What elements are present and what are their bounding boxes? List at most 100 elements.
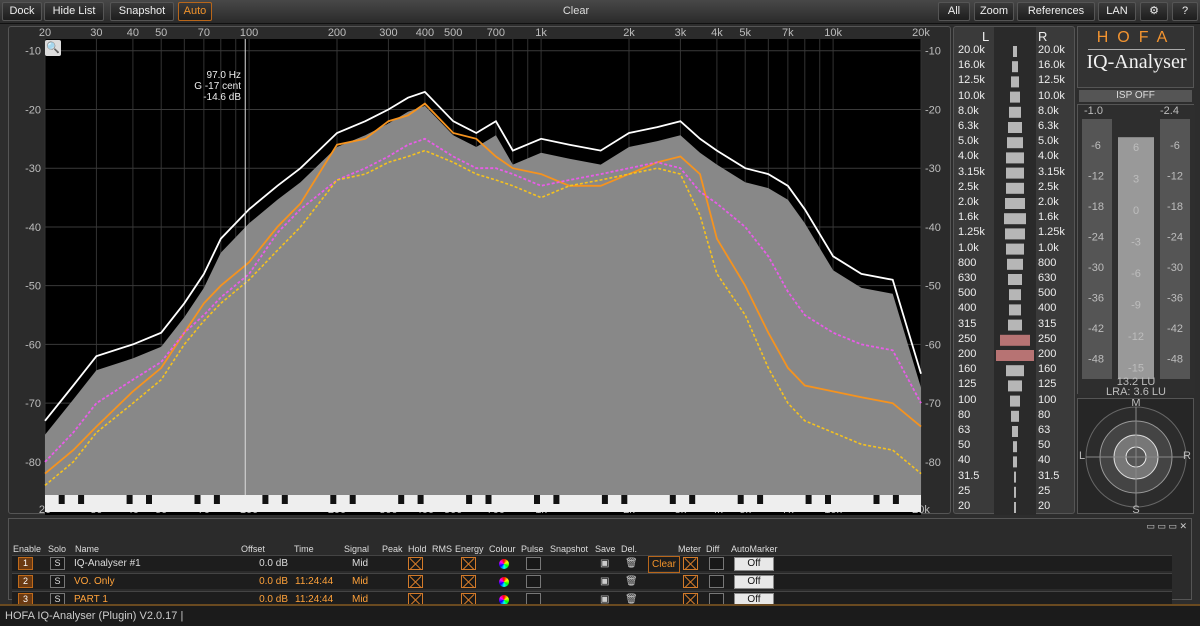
lu-scale-right: -42 (1167, 323, 1183, 335)
band-label-right: 25 (1038, 484, 1051, 497)
band-label-left: 125 (958, 378, 977, 391)
cursor-note: G -17 cent (194, 81, 241, 92)
band-label-left: 8.0k (958, 104, 979, 117)
pulse-toggle[interactable] (526, 575, 541, 588)
column-header[interactable]: Time (294, 544, 314, 554)
column-header[interactable]: Snapshot (550, 544, 588, 554)
solo-button[interactable]: S (50, 575, 65, 588)
zoom-icon[interactable]: 🔍 (45, 40, 61, 56)
band-label-left: 16.0k (958, 59, 985, 72)
isp-toggle[interactable]: ISP OFF (1079, 90, 1192, 102)
settings-button[interactable]: ⚙ (1140, 2, 1168, 21)
track-offset[interactable]: 0.0 dB (232, 574, 288, 589)
lu-scale-left: -6 (1091, 140, 1101, 152)
track-clear-button[interactable]: Clear (648, 556, 680, 573)
band-label-right: 400 (1038, 302, 1057, 315)
column-header[interactable]: Colour (489, 544, 516, 554)
signal-select[interactable]: Mid (352, 574, 368, 589)
db-tick-left: -80 (25, 457, 41, 469)
cursor-readout: 97.0 Hz G -17 cent -14.6 dB (185, 70, 241, 103)
band-label-right: 2.5k (1038, 180, 1059, 193)
db-tick-left: -40 (25, 222, 41, 234)
band-label-left: 2.0k (958, 196, 979, 208)
save-icon[interactable]: ▣ (600, 574, 609, 589)
freq-tick-top: 5k (739, 27, 751, 39)
column-header[interactable]: Peak (382, 544, 403, 554)
colour-picker-icon[interactable] (499, 577, 509, 587)
references-button[interactable]: References (1017, 2, 1095, 21)
column-header[interactable]: Meter (678, 544, 701, 554)
signal-select[interactable]: Mid (352, 556, 368, 571)
band-label-left: 1.6k (958, 211, 979, 224)
enable-toggle[interactable]: 2 (18, 575, 33, 588)
column-header[interactable]: Pulse (521, 544, 544, 554)
hide-list-button[interactable]: Hide List (44, 2, 104, 21)
band-label-left: 250 (958, 332, 977, 345)
track-row[interactable]: 2 S VO. Only 0.0 dB 11:24:44 Mid ▣ 🗑 Off (12, 573, 1172, 589)
solo-button[interactable]: S (50, 557, 65, 570)
band-label-left: 20.0k (958, 44, 985, 56)
db-tick-left: -30 (25, 163, 41, 175)
delete-icon[interactable]: 🗑 (625, 556, 638, 571)
lu-scale-center: 3 (1133, 174, 1139, 186)
energy-toggle[interactable] (461, 575, 476, 588)
track-offset[interactable]: 0.0 dB (232, 556, 288, 571)
brand-model: IQ-Analyser (1086, 51, 1187, 73)
column-header[interactable]: Enable (13, 544, 41, 554)
column-header[interactable]: Energy (455, 544, 484, 554)
zoom-button[interactable]: Zoom (974, 2, 1014, 21)
band-label-left: 25 (958, 484, 971, 497)
db-tick-left: -50 (25, 281, 41, 293)
freq-tick-top: 7k (782, 27, 794, 39)
dock-button[interactable]: Dock (2, 2, 42, 21)
lu-scale-right: -6 (1170, 140, 1180, 152)
all-button[interactable]: All (938, 2, 970, 21)
meter-toggle[interactable] (683, 575, 698, 588)
band-label-right: 800 (1038, 256, 1057, 269)
lu-scale-right: -18 (1167, 201, 1183, 213)
lu-scale-right: -24 (1167, 232, 1183, 244)
column-header[interactable]: Solo (48, 544, 66, 554)
track-row[interactable]: 1 S IQ-Analyser #1 0.0 dB Mid ▣ 🗑 Clear … (12, 555, 1172, 573)
gear-icon: ⚙ (1149, 5, 1159, 17)
colour-picker-icon[interactable] (499, 559, 509, 569)
band-label-right: 5.0k (1038, 135, 1059, 148)
list-window-controls[interactable]: ▭ ▭ ▭ ✕ (1146, 521, 1187, 532)
spectrum-chart[interactable]: -10 -10 -20 -20 -30 -30 -40 -40 -50 -50 -60 -60 -70 -… (9, 27, 952, 523)
column-header[interactable]: Name (75, 544, 99, 554)
diff-toggle[interactable] (709, 575, 724, 588)
pulse-toggle[interactable] (526, 557, 541, 570)
band-label-left: 800 (958, 256, 977, 269)
lan-button[interactable]: LAN (1098, 2, 1136, 21)
band-label-left: 3.15k (958, 165, 985, 178)
band-label-left: 20 (958, 500, 971, 512)
snapshot-button[interactable]: Snapshot (110, 2, 174, 21)
db-tick-right: -10 (925, 46, 941, 58)
column-header[interactable]: AutoMarker (731, 544, 778, 554)
help-button[interactable]: ? (1172, 2, 1198, 21)
band-label-right: 8.0k (1038, 104, 1059, 117)
enable-toggle[interactable]: 1 (18, 557, 33, 570)
lu-scale-center: -6 (1131, 268, 1141, 280)
automarker-select[interactable]: Off (734, 557, 774, 571)
clear-button[interactable]: Clear (560, 5, 592, 17)
band-label-left: 160 (958, 363, 977, 376)
automarker-select[interactable]: Off (734, 575, 774, 589)
column-header[interactable]: Save (595, 544, 616, 554)
delete-icon[interactable]: 🗑 (625, 574, 638, 589)
column-header[interactable]: Diff (706, 544, 719, 554)
column-header[interactable]: Offset (241, 544, 265, 554)
meter-toggle[interactable] (683, 557, 698, 570)
hold-toggle[interactable] (408, 575, 423, 588)
column-header[interactable]: RMS (432, 544, 452, 554)
column-header[interactable]: Signal (344, 544, 369, 554)
column-header[interactable]: Del. (621, 544, 637, 554)
auto-button[interactable]: Auto (178, 2, 212, 21)
hold-toggle[interactable] (408, 557, 423, 570)
save-icon[interactable]: ▣ (600, 556, 609, 571)
column-header[interactable]: Hold (408, 544, 427, 554)
lu-scale-left: -48 (1088, 354, 1104, 366)
energy-toggle[interactable] (461, 557, 476, 570)
iq-analyser-window: Dock Hide List Snapshot Auto Clear All Z… (0, 0, 1200, 626)
diff-toggle[interactable] (709, 557, 724, 570)
